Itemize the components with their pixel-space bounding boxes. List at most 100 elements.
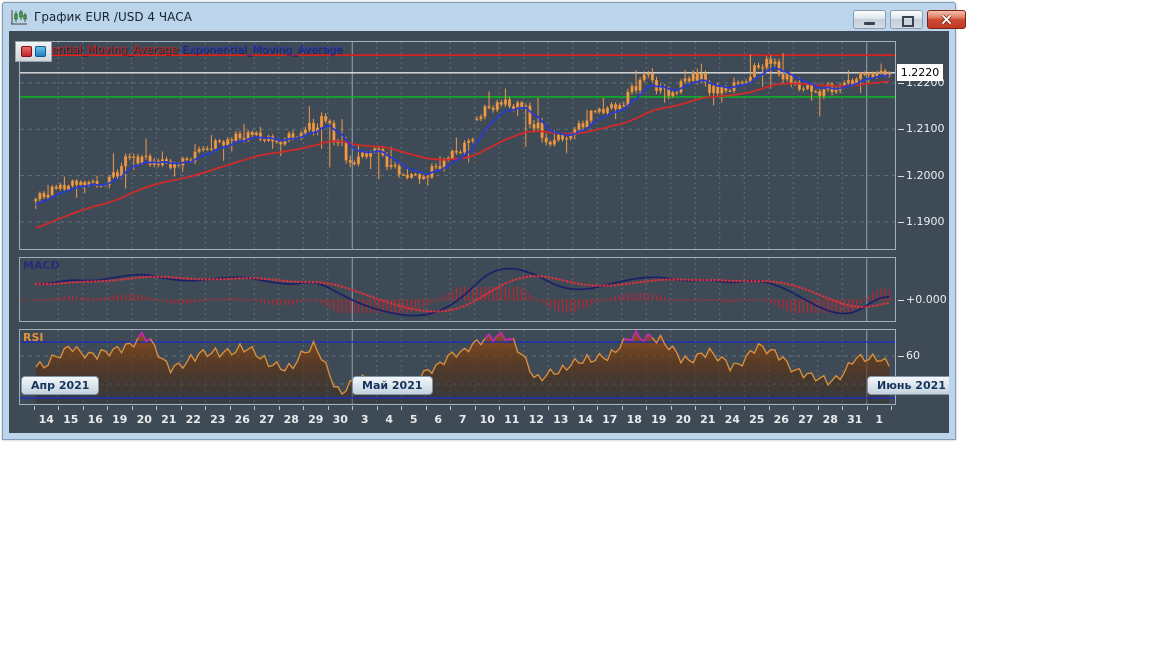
day-label: 28	[279, 413, 304, 426]
day-label: 20	[671, 413, 696, 426]
day-label: 26	[230, 413, 255, 426]
time-axis[interactable]: 1415161920212223262728293034567101112131…	[9, 405, 949, 433]
day-label: 10	[475, 413, 500, 426]
time-tick	[867, 406, 868, 410]
day-label: 12	[524, 413, 549, 426]
day-label: 21	[695, 413, 720, 426]
day-label: 27	[793, 413, 818, 426]
indicator-legend: Exponential_Moving_Average Exponential_M…	[17, 43, 342, 56]
day-label: 14	[34, 413, 59, 426]
rsi-level-label: 60	[906, 349, 920, 362]
macd-panel[interactable]	[19, 257, 896, 322]
time-tick	[254, 406, 255, 410]
day-label: 19	[646, 413, 671, 426]
time-tick	[132, 406, 133, 410]
legend-ema-fast: Exponential_Moving_Average	[181, 43, 342, 56]
chart-window: График EUR /USD 4 ЧАСА	[2, 2, 956, 440]
price-chart-panel[interactable]	[19, 41, 896, 250]
day-label: 28	[818, 413, 843, 426]
time-tick	[426, 406, 427, 410]
close-button[interactable]	[927, 10, 966, 29]
day-label: 15	[58, 413, 83, 426]
price-axis[interactable]: 1.2220 1.22001.21001.20001.1900+0.00060	[896, 31, 949, 433]
time-tick	[744, 406, 745, 410]
time-tick	[597, 406, 598, 410]
day-label: 17	[597, 413, 622, 426]
window-title: График EUR /USD 4 ЧАСА	[34, 10, 192, 24]
red-indicator-button[interactable]	[21, 46, 32, 57]
time-tick	[450, 406, 451, 410]
time-tick	[303, 406, 304, 410]
day-label: 3	[352, 413, 377, 426]
minimize-button[interactable]	[853, 10, 886, 29]
time-tick	[695, 406, 696, 410]
rsi-panel[interactable]	[19, 329, 896, 405]
day-label: 19	[107, 413, 132, 426]
restore-icon	[902, 16, 914, 27]
day-label: 25	[744, 413, 769, 426]
window-titlebar[interactable]: График EUR /USD 4 ЧАСА	[3, 3, 955, 30]
day-label: 23	[205, 413, 230, 426]
time-tick	[573, 406, 574, 410]
time-tick	[793, 406, 794, 410]
day-label: 21	[156, 413, 181, 426]
day-label: 16	[83, 413, 108, 426]
day-label: 6	[426, 413, 451, 426]
month-label-april: Апр 2021	[21, 376, 99, 395]
time-tick	[548, 406, 549, 410]
time-tick	[499, 406, 500, 410]
month-label-june: Июнь 2021	[867, 376, 949, 395]
day-label: 4	[377, 413, 402, 426]
time-tick	[891, 406, 892, 410]
macd-zero-label-tick	[898, 300, 904, 301]
close-icon	[928, 11, 965, 28]
chart-client-area: Exponential_Moving_Average Exponential_M…	[9, 31, 949, 433]
time-tick	[377, 406, 378, 410]
time-tick	[83, 406, 84, 410]
price-tick-label: 1.2100	[906, 122, 945, 135]
rsi-label: RSI	[23, 331, 44, 344]
ema-slow-line	[36, 81, 889, 228]
time-tick	[181, 406, 182, 410]
day-label: 14	[573, 413, 598, 426]
time-tick	[107, 406, 108, 410]
day-label: 24	[720, 413, 745, 426]
time-tick	[475, 406, 476, 410]
price-tick-label-tick	[898, 129, 904, 130]
day-label: 26	[769, 413, 794, 426]
day-label: 13	[548, 413, 573, 426]
time-tick	[352, 406, 353, 410]
time-tick	[646, 406, 647, 410]
time-tick	[328, 406, 329, 410]
macd-label: MACD	[23, 259, 60, 272]
day-label: 29	[303, 413, 328, 426]
time-tick	[156, 406, 157, 410]
day-label: 22	[181, 413, 206, 426]
time-tick	[205, 406, 206, 410]
time-tick	[622, 406, 623, 410]
macd-zero-label: +0.000	[906, 293, 947, 306]
desktop: График EUR /USD 4 ЧАСА	[0, 0, 1152, 648]
month-label-may: Май 2021	[352, 376, 433, 395]
time-tick	[769, 406, 770, 410]
time-tick	[671, 406, 672, 410]
day-label: 30	[328, 413, 353, 426]
price-tick-label-tick	[898, 222, 904, 223]
day-label: 7	[450, 413, 475, 426]
price-tick-label-tick	[898, 83, 904, 84]
time-tick	[279, 406, 280, 410]
current-price-tag: 1.2220	[897, 64, 943, 81]
day-label: 5	[401, 413, 426, 426]
day-label: 1	[867, 413, 892, 426]
rsi-level-label-tick	[898, 356, 904, 357]
day-label: 31	[842, 413, 867, 426]
day-label: 27	[254, 413, 279, 426]
time-tick	[230, 406, 231, 410]
price-tick-label: 1.2000	[906, 169, 945, 182]
day-label: 20	[132, 413, 157, 426]
blue-indicator-button[interactable]	[35, 46, 46, 57]
chart-mini-toolbar	[15, 41, 52, 62]
time-tick	[524, 406, 525, 410]
time-tick	[58, 406, 59, 410]
restore-button[interactable]	[890, 10, 923, 29]
